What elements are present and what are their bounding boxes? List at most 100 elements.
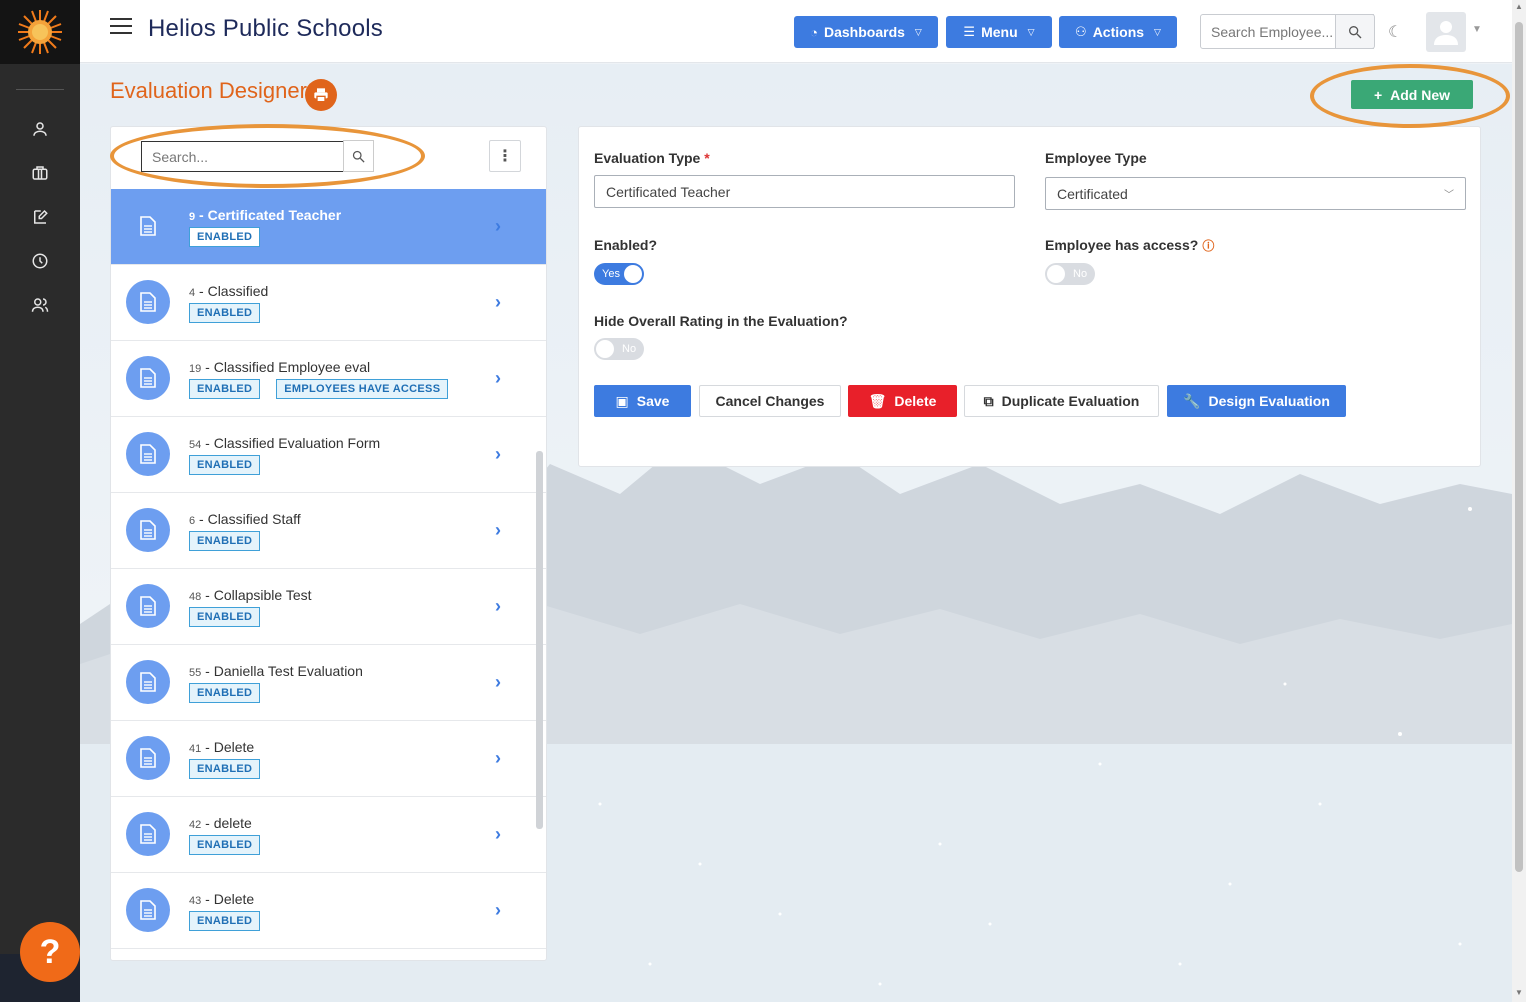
scroll-down-icon[interactable]: ▼ (1515, 988, 1523, 997)
employee-search-button[interactable] (1335, 14, 1375, 49)
list-scrollbar[interactable] (536, 451, 543, 829)
status-badge: ENABLED (189, 455, 261, 475)
list-item-title: 9 - Certificated Teacher (189, 207, 342, 223)
chevron-right-icon[interactable]: › (495, 824, 501, 845)
list-item-title: 48 - Collapsible Test (189, 587, 312, 603)
evaluation-type-input[interactable]: Certificated Teacher (594, 175, 1015, 208)
evaluation-list-panel: Search... ⋮ 9 - Certificated Teacher ENAB… (110, 126, 547, 961)
school-name: Helios Public Schools (148, 15, 383, 42)
list-item-title: 43 - Delete (189, 891, 255, 907)
document-icon (126, 204, 170, 248)
wrench-icon: 🔧 (1183, 392, 1201, 409)
list-item-label: Delete (213, 739, 255, 755)
status-badge: ENABLED (189, 607, 261, 627)
page-scrollbar[interactable]: ▲ ▼ (1512, 0, 1526, 1002)
help-button[interactable]: ? (20, 922, 80, 982)
list-item-title: 54 - Classified Evaluation Form (189, 435, 381, 451)
employee-access-label-text: Employee has access? (1045, 237, 1199, 253)
status-badge: ENABLED (189, 379, 261, 399)
chevron-right-icon[interactable]: › (495, 900, 501, 921)
users-icon[interactable] (28, 293, 52, 317)
document-icon (126, 280, 170, 324)
save-button[interactable]: ▣ Save (594, 385, 691, 417)
list-item[interactable]: 54 - Classified Evaluation Form ENABLED › (111, 417, 546, 493)
toggle-knob (624, 265, 642, 283)
list-item[interactable]: 55 - Daniella Test Evaluation ENABLED › (111, 645, 546, 721)
avatar[interactable] (1426, 12, 1466, 52)
delete-button[interactable]: 🗑 Delete (848, 385, 957, 417)
list-item[interactable]: 41 - Delete ENABLED › (111, 721, 546, 797)
list-item-label: delete (213, 815, 252, 831)
moon-icon[interactable]: ☾ (1388, 22, 1402, 42)
toggle-knob (596, 340, 614, 358)
list-item-number: 19 (189, 363, 202, 375)
clock-icon[interactable] (28, 249, 52, 273)
list-item[interactable]: 48 - Collapsible Test ENABLED › (111, 569, 546, 645)
hide-rating-toggle[interactable]: No (594, 338, 644, 360)
chevron-right-icon[interactable]: › (495, 748, 501, 769)
list-item-label: Classified (207, 283, 269, 299)
floppy-disk-icon: ▣ (615, 392, 629, 409)
copy-icon: ⧉ (983, 392, 994, 409)
status-badge: ENABLED (189, 759, 261, 779)
dashboards-button[interactable]: ◔ Dashboards ▽ (794, 16, 938, 48)
sidebar-divider (16, 89, 64, 90)
evaluation-type-label-text: Evaluation Type (594, 150, 701, 166)
design-evaluation-label: Design Evaluation (1208, 393, 1330, 409)
edit-icon[interactable] (28, 205, 52, 229)
document-icon (126, 888, 170, 932)
list-item[interactable]: 9 - Certificated Teacher ENABLED › (111, 189, 546, 265)
chevron-right-icon[interactable]: › (495, 596, 501, 617)
search-icon (1349, 25, 1362, 38)
menu-label: Menu (981, 24, 1018, 40)
print-button[interactable] (305, 79, 337, 111)
chevron-right-icon[interactable]: › (495, 216, 501, 237)
duplicate-evaluation-label: Duplicate Evaluation (1001, 393, 1140, 409)
employee-type-select[interactable]: Certificated ﹀ (1045, 177, 1466, 210)
scroll-up-icon[interactable]: ▲ (1515, 2, 1523, 11)
page-scrollbar-thumb[interactable] (1515, 22, 1523, 872)
avatar-caret-icon[interactable]: ▼ (1472, 24, 1482, 35)
status-badge: ENABLED (189, 835, 261, 855)
actions-button[interactable]: ⚇ Actions ▽ (1059, 16, 1177, 48)
design-evaluation-button[interactable]: 🔧 Design Evaluation (1167, 385, 1346, 417)
list-item[interactable]: 4 - Classified ENABLED › (111, 265, 546, 341)
chevron-right-icon[interactable]: › (495, 368, 501, 389)
info-icon[interactable]: ⓘ (1202, 239, 1214, 253)
duplicate-evaluation-button[interactable]: ⧉ Duplicate Evaluation (964, 385, 1159, 417)
employee-access-label: Employee has access? ⓘ (1045, 237, 1214, 254)
employee-type-value: Certificated (1057, 185, 1128, 202)
briefcase-icon[interactable] (28, 161, 52, 185)
chevron-right-icon[interactable]: › (495, 672, 501, 693)
list-item[interactable]: 19 - Classified Employee eval ENABLED EMPL… (111, 341, 546, 417)
chevron-right-icon[interactable]: › (495, 444, 501, 465)
chevron-down-icon: ▽ (914, 26, 922, 37)
sidebar (0, 0, 80, 1002)
list-item[interactable]: 42 - delete ENABLED › (111, 797, 546, 873)
cancel-changes-button[interactable]: Cancel Changes (699, 385, 841, 417)
hamburger-icon[interactable] (110, 18, 132, 36)
list-item[interactable]: 43 - Delete ENABLED › (111, 873, 546, 949)
list-item-number: 55 (189, 667, 202, 679)
list-item-title: 41 - Delete (189, 739, 255, 755)
document-icon (126, 660, 170, 704)
enabled-toggle[interactable]: Yes (594, 263, 644, 285)
top-header: Helios Public Schools ◔ Dashboards ▽ ☰ M… (80, 0, 1512, 63)
chevron-right-icon[interactable]: › (495, 292, 501, 313)
list-item-number: 48 (189, 591, 202, 603)
list-item-title: 4 - Classified (189, 283, 269, 299)
list-item-label: Classified Evaluation Form (213, 435, 381, 451)
menu-button[interactable]: ☰ Menu ▽ (946, 16, 1052, 48)
list-item-number: 41 (189, 743, 202, 755)
printer-icon (314, 88, 328, 103)
list-item-number: 54 (189, 439, 202, 451)
evaluation-type-label: Evaluation Type * (594, 150, 710, 166)
logo[interactable] (0, 0, 80, 64)
more-options-icon[interactable]: ⋮ (489, 140, 521, 172)
person-icon[interactable] (28, 117, 52, 141)
list-item-label: Delete (213, 891, 255, 907)
employee-access-toggle[interactable]: No (1045, 263, 1095, 285)
chevron-right-icon[interactable]: › (495, 520, 501, 541)
list-item-label: Classified Employee eval (213, 359, 371, 375)
list-item[interactable]: 6 - Classified Staff ENABLED › (111, 493, 546, 569)
